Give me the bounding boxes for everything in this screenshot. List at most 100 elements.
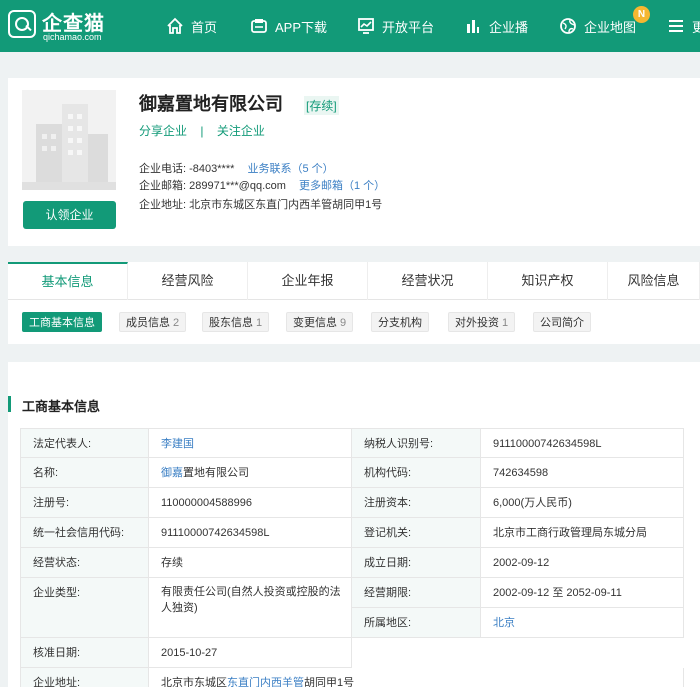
main-tabs: 基本信息 经营风险 企业年报 经营状况 知识产权 风险信息 bbox=[8, 262, 700, 300]
email-label: 企业邮箱: bbox=[139, 180, 187, 192]
credit-code-label: 统一社会信用代码: bbox=[20, 518, 149, 548]
nav-enterprise-broadcast[interactable]: 企业播 bbox=[464, 14, 528, 38]
app-download-icon bbox=[250, 17, 268, 35]
subtab-business-info[interactable]: 工商基本信息 bbox=[22, 312, 102, 332]
nav-enterprise-map[interactable]: 企业地图 bbox=[559, 14, 636, 38]
op-status-label: 经营状态: bbox=[20, 548, 149, 578]
subtab-count: 1 bbox=[256, 317, 263, 329]
phone-label: 企业电话: bbox=[139, 163, 187, 175]
nav-app-download[interactable]: APP下载 bbox=[250, 14, 327, 38]
nav-enterprise-broadcast-label: 企业播 bbox=[489, 19, 529, 35]
legal-rep-label: 法定代表人: bbox=[20, 428, 149, 458]
logo-domain: qichamao.com bbox=[43, 32, 102, 42]
subtab-label: 变更信息 bbox=[293, 317, 337, 329]
more-emails-link[interactable]: 更多邮箱（1 个） bbox=[299, 180, 385, 192]
op-status-value: 存续 bbox=[149, 548, 352, 578]
site-logo[interactable]: 企查猫 qichamao.com bbox=[8, 6, 123, 46]
taxpayer-label: 纳税人识别号: bbox=[352, 428, 481, 458]
nav-open-platform-label: 开放平台 bbox=[382, 19, 435, 35]
subtab-company-profile[interactable]: 公司简介 bbox=[533, 312, 591, 332]
nav-home[interactable]: 首页 bbox=[166, 14, 217, 38]
share-follow-row: 分享企业 | 关注企业 bbox=[139, 122, 265, 139]
company-name: 御嘉置地有限公司 bbox=[139, 94, 283, 114]
email-value: 289971***@qq.com bbox=[189, 180, 286, 192]
address-value: 北京市东城区东直门内西羊管胡同甲1号 bbox=[189, 199, 383, 211]
name-rest: 置地有限公司 bbox=[183, 467, 249, 479]
status-badge: [存续] bbox=[304, 96, 339, 115]
nav-more-label: 更 bbox=[692, 19, 700, 35]
founded-label: 成立日期: bbox=[352, 548, 481, 578]
map-globe-icon bbox=[559, 17, 577, 35]
address-part-c: 胡同甲1号 bbox=[304, 677, 355, 687]
capital-value: 6,000(万人民币) bbox=[481, 488, 684, 518]
separator: | bbox=[200, 124, 204, 138]
nav-enterprise-map-label: 企业地图 bbox=[584, 19, 637, 35]
subtab-shareholders[interactable]: 股东信息 1 bbox=[202, 312, 270, 332]
tab-annual-report[interactable]: 企业年报 bbox=[248, 262, 368, 300]
company-address-cell: 北京市东城区东直门内西羊管胡同甲1号 bbox=[149, 668, 684, 687]
approved-value: 2015-10-27 bbox=[149, 638, 352, 668]
subtab-label: 成员信息 bbox=[126, 317, 170, 329]
legal-rep-link[interactable]: 李建国 bbox=[161, 438, 194, 450]
authority-label: 登记机关: bbox=[352, 518, 481, 548]
follow-company-link[interactable]: 关注企业 bbox=[217, 124, 265, 138]
subtab-branches[interactable]: 分支机构 bbox=[371, 312, 429, 332]
subtab-count: 9 bbox=[340, 317, 347, 329]
region-label: 所属地区: bbox=[352, 608, 481, 638]
enterprise-broadcast-icon bbox=[464, 17, 482, 35]
term-label: 经营期限: bbox=[352, 578, 481, 608]
subtab-label: 工商基本信息 bbox=[29, 317, 95, 329]
authority-value: 北京市工商行政管理局东城分局 bbox=[481, 518, 684, 548]
subtab-changes[interactable]: 变更信息 9 bbox=[286, 312, 354, 332]
home-icon bbox=[166, 17, 184, 35]
nav-open-platform[interactable]: 开放平台 bbox=[357, 14, 434, 38]
address-part-a: 北京市东城区 bbox=[161, 677, 227, 687]
tab-operating-status[interactable]: 经营状况 bbox=[368, 262, 488, 300]
sub-tabs: 工商基本信息 成员信息 2 股东信息 1 变更信息 9 分支机构 对外投资 1 公司简介 bbox=[8, 300, 700, 344]
tab-intellectual-property[interactable]: 知识产权 bbox=[488, 262, 608, 300]
reg-no-label: 注册号: bbox=[20, 488, 149, 518]
company-address-row: 企业地址: 北京市东城区东直门内西羊管胡同甲1号 bbox=[139, 196, 382, 212]
reg-no-value: 110000004588996 bbox=[149, 488, 352, 518]
tab-basic-info[interactable]: 基本信息 bbox=[8, 262, 128, 300]
address-link[interactable]: 东直门内西羊管 bbox=[227, 677, 304, 687]
company-phone-row: 企业电话: -8403**** 业务联系（5 个） bbox=[139, 160, 334, 176]
subtab-label: 对外投资 bbox=[455, 317, 499, 329]
region-cell: 北京 bbox=[481, 608, 684, 638]
section-accent-bar bbox=[8, 396, 11, 412]
claim-company-button[interactable]: 认领企业 bbox=[23, 201, 116, 229]
building-icon bbox=[22, 104, 116, 190]
subtab-label: 公司简介 bbox=[540, 317, 584, 329]
name-link[interactable]: 御嘉 bbox=[161, 467, 183, 479]
menu-icon bbox=[667, 17, 685, 35]
subtab-count: 2 bbox=[173, 317, 180, 329]
business-contact-link[interactable]: 业务联系（5 个） bbox=[247, 163, 333, 175]
phone-value: -8403**** bbox=[189, 163, 235, 175]
logo-magnifier-icon bbox=[8, 10, 36, 38]
nav-more[interactable]: 更 bbox=[667, 14, 700, 38]
taxpayer-value: 91110000742634598L bbox=[481, 428, 684, 458]
org-code-label: 机构代码: bbox=[352, 458, 481, 488]
company-logo-placeholder bbox=[22, 90, 116, 190]
founded-value: 2002-09-12 bbox=[481, 548, 684, 578]
type-value: 有限责任公司(自然人投资或控股的法人独资) bbox=[149, 578, 352, 638]
open-platform-icon bbox=[357, 17, 375, 35]
share-company-link[interactable]: 分享企业 bbox=[139, 124, 187, 138]
credit-code-value: 91110000742634598L bbox=[149, 518, 352, 548]
tab-operating-risk[interactable]: 经营风险 bbox=[128, 262, 248, 300]
name-cell: 御嘉置地有限公司 bbox=[149, 458, 352, 488]
approved-label: 核准日期: bbox=[20, 638, 149, 668]
company-address-label: 企业地址: bbox=[20, 668, 149, 687]
company-header-card: 认领企业 御嘉置地有限公司 [存续] 分享企业 | 关注企业 企业电话: -84… bbox=[8, 78, 700, 246]
name-label: 名称: bbox=[20, 458, 149, 488]
org-code-value: 742634598 bbox=[481, 458, 684, 488]
tab-risk-info[interactable]: 风险信息 bbox=[608, 262, 700, 300]
section-title: 工商基本信息 bbox=[22, 399, 101, 414]
subtab-count: 1 bbox=[502, 317, 509, 329]
subtab-members[interactable]: 成员信息 2 bbox=[119, 312, 187, 332]
subtab-investments[interactable]: 对外投资 1 bbox=[448, 312, 516, 332]
type-label: 企业类型: bbox=[20, 578, 149, 638]
region-link[interactable]: 北京 bbox=[493, 617, 515, 629]
capital-label: 注册资本: bbox=[352, 488, 481, 518]
nav-app-download-label: APP下载 bbox=[275, 19, 328, 35]
